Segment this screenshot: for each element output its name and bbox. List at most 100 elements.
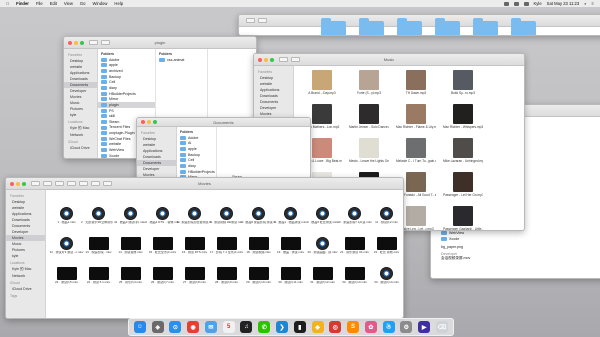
video-file[interactable]: 27 · 测试片8.mkv — [177, 267, 212, 285]
back-button[interactable] — [279, 57, 288, 62]
file-row[interactable]: bg_paper.png — [441, 245, 531, 249]
video-file[interactable]: 22 · 杜比 音效.mkv — [369, 237, 403, 255]
calendar-icon[interactable]: 5 — [222, 321, 235, 333]
minimize-button[interactable] — [16, 181, 20, 186]
sidebar-item[interactable]: Kyle 的 Mac — [6, 266, 45, 273]
list-icon[interactable]: ≡ — [592, 1, 594, 6]
video-file[interactable]: 21 · 音乐测试 4K.mkv — [337, 237, 372, 255]
video-file[interactable]: 25 · 音乐片4.mkv — [113, 267, 148, 285]
gear-button[interactable] — [79, 181, 88, 186]
zoom-button[interactable] — [22, 181, 26, 186]
compass-icon[interactable]: ⊙ — [169, 321, 182, 333]
tag-button[interactable] — [103, 181, 112, 186]
video-file[interactable]: 7 · 赠品5 家庭影院 测试.mkv — [241, 207, 276, 225]
menu-file[interactable]: File — [36, 1, 43, 6]
status-icon[interactable] — [503, 1, 509, 6]
video-file[interactable]: 24 · 测试 5.1.mkv — [81, 267, 116, 285]
folder-row[interactable]: css-animat — [156, 57, 207, 63]
vscode-icon[interactable]: ❯ — [276, 321, 288, 333]
video-file[interactable]: 11 · 测试片2.mkv — [369, 207, 403, 225]
photos-icon[interactable]: ✿ — [364, 321, 377, 333]
mail-icon[interactable]: ✉ — [204, 321, 217, 333]
folder-row[interactable]: HBuilderProjects — [177, 169, 216, 175]
video-file[interactable]: 23 · 测试片5.mkv — [49, 267, 84, 285]
folder-icon[interactable] — [511, 18, 536, 35]
menu-app-finder[interactable]: Finder — [16, 1, 29, 6]
video-file[interactable]: 12 · 测试片3 测试...c.mkv — [49, 237, 84, 255]
video-file[interactable]: 8 · 赠品1 · 赠品测试.mkv — [273, 207, 308, 225]
video-file[interactable]: 18 · 测试视频.mkv — [241, 237, 276, 255]
settings-icon[interactable]: ⚙ — [400, 321, 413, 333]
close-button[interactable] — [10, 181, 14, 186]
close-button[interactable] — [141, 120, 145, 124]
folder-icon[interactable] — [359, 18, 384, 35]
view-button[interactable] — [291, 57, 300, 62]
video-file[interactable]: 15 · 杜比全景声.mkv — [145, 237, 180, 255]
folder-icon[interactable] — [473, 18, 498, 35]
music-file[interactable]: Melanie C - I Turn To...gain.mp3 — [396, 138, 436, 163]
toolbar-button[interactable] — [258, 18, 267, 23]
iina-icon[interactable]: ▶ — [418, 321, 431, 333]
video-file[interactable]: 32 · 测试片13.mkv — [337, 267, 372, 285]
music-file[interactable]: Mesto - Leave the Lights On.mp3 — [349, 138, 389, 163]
launchpad-icon[interactable]: ◈ — [151, 321, 164, 333]
qq-icon[interactable]: ☃ — [382, 321, 395, 333]
apple-menu-icon[interactable]:  — [6, 1, 9, 6]
video-file[interactable]: 31 · 测试片12.mkv — [305, 267, 340, 285]
zoom-button[interactable] — [270, 57, 274, 62]
video-file[interactable]: 29 · 测试片10.mkv — [241, 267, 276, 285]
menu-edit[interactable]: Edit — [50, 1, 57, 6]
video-file[interactable]: 1 · 赠品1.mkv — [49, 207, 84, 225]
close-button[interactable] — [68, 40, 72, 45]
zoom-button[interactable] — [80, 40, 84, 45]
video-file[interactable]: 9 · 赠品9 杜比测试.mkv — [305, 207, 340, 225]
music-file[interactable]: Passenger Gagliardi - Little...se.mp3 — [443, 206, 483, 230]
video-file[interactable]: 2 · 无损音乐3D立体音乐.mkv — [81, 207, 116, 225]
sidebar-item[interactable]: iCloud Drive — [64, 145, 97, 151]
video-file[interactable]: 28 · 测试片9.mkv — [209, 267, 244, 285]
battery-icon[interactable] — [523, 1, 529, 6]
folder-icon[interactable] — [397, 18, 422, 35]
sublime-icon[interactable]: S — [347, 321, 360, 333]
folder-row[interactable]: Xcode — [441, 236, 531, 242]
video-file[interactable]: 33 · 测试片14.mkv — [369, 267, 403, 285]
sketch-icon[interactable]: ◆ — [311, 321, 324, 333]
video-file[interactable]: 14 · 测试音质.mkv — [113, 237, 148, 255]
minimize-button[interactable] — [147, 120, 151, 124]
wechat-icon[interactable]: ✆ — [258, 321, 271, 333]
video-file[interactable]: 4 · 赠品4 DTS ...音效.mkv — [145, 207, 180, 225]
video-file[interactable]: 17 · 影院 7.1 全景声.mkv — [209, 237, 244, 255]
music-file[interactable]: A Brand ...Day.mp3 — [302, 70, 342, 95]
view-button[interactable] — [101, 40, 110, 45]
wifi-icon[interactable] — [513, 1, 519, 6]
video-file[interactable]: 6 · 测试音频 HE测试.mkv — [209, 207, 244, 225]
clock[interactable]: Sat May 23 11:23 — [547, 1, 580, 6]
music-file[interactable]: Passenger - Let Her Go.mp3 — [443, 172, 483, 197]
music-file[interactable]: Build Sy...ro.mp3 — [443, 70, 483, 95]
file-row[interactable]: 会话视频录屏.mov — [441, 256, 531, 261]
toolbar-button[interactable] — [246, 18, 255, 23]
video-file[interactable]: 5 · 家庭影院高低音测试.mkv — [177, 207, 212, 225]
music-file[interactable]: Mike Lazaran - Unhinged.mp3 — [443, 138, 483, 163]
video-file[interactable]: 26 · 测试片7.mkv — [145, 267, 180, 285]
video-file[interactable]: 3 · 赠品3 测试(手).mkv — [113, 207, 148, 225]
close-button[interactable] — [258, 57, 262, 62]
share-button[interactable] — [91, 181, 100, 186]
folder-icon[interactable] — [435, 18, 460, 35]
netease-icon[interactable]: ◎ — [329, 321, 342, 333]
video-file[interactable]: 16 · 测试 DTS.mkv — [177, 237, 212, 255]
back-button[interactable] — [31, 181, 40, 186]
music-file[interactable]: Max Richter - Whispers.mp3 — [443, 104, 483, 129]
video-file[interactable]: 30 · 测试片11.mkv — [273, 267, 308, 285]
terminal-icon[interactable]: ▮ — [293, 321, 306, 333]
minimize-button[interactable] — [264, 57, 268, 62]
music-note-icon[interactable]: ♫ — [240, 321, 253, 333]
video-file[interactable]: 20 · 测试画面 · 音.mkv — [305, 237, 340, 255]
minimize-button[interactable] — [74, 40, 78, 45]
menu-view[interactable]: View — [64, 1, 73, 6]
column-view-button[interactable] — [67, 181, 76, 186]
music-file[interactable]: Forte (S...yt.mp3 — [349, 70, 389, 95]
menu-help[interactable]: Help — [114, 1, 123, 6]
music-file[interactable]: Max Richter - Flame & Lily.mp3 — [396, 104, 436, 129]
trash-icon[interactable]: ⌫ — [435, 321, 448, 333]
